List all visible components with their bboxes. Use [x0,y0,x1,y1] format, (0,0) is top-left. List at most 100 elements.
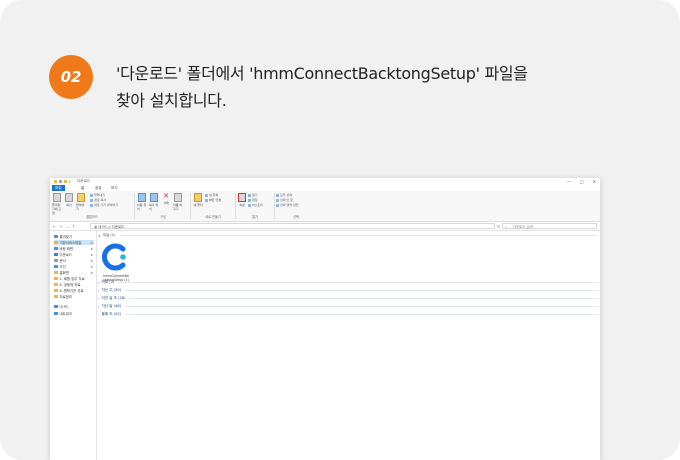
copy-label: 복사 [66,203,72,207]
chevron-down-icon: ∨ [98,233,101,238]
move-to-label: 이동 위치 [137,203,147,211]
refresh-icon[interactable]: ↻ [497,224,500,229]
new-item-icon [205,193,208,197]
rename-button[interactable]: 이름 바꾸기 [173,193,183,211]
up-arrow-icon[interactable]: ↑ [72,224,75,229]
move-to-button[interactable]: 이동 위치 [137,193,147,211]
select-all-button[interactable]: 모두 선택 [276,193,292,197]
edit-button[interactable]: 편집 [248,198,258,202]
history-label: 히스토리 [252,203,264,207]
select-none-label: 선택 안 함 [280,198,293,202]
select-group: 모두 선택 선택 안 함 선택 영역 반전 선택 [276,193,316,219]
nav-item-pictures[interactable]: 사진 ✱ [54,264,94,269]
paste-button[interactable]: 붙여넣기 [76,193,86,211]
desktop-icon [54,247,58,250]
group-header-earlier-month[interactable]: › 이전 달 초 (28) [98,296,598,301]
chevron-right-icon: › [98,296,100,301]
file-explorer-window: ▾ 다운로드 — □ ✕ 파일 홈 공유 보기 즐겨찾기에 고정 복사 붙여넣기… [50,178,600,460]
address-bar[interactable]: ▣ 내 PC > 다운로드 [90,223,495,229]
nav-item-service-files[interactable]: 기본서비스파일 ✱ [54,240,94,245]
group-label: 이전 달 초 (28) [101,296,126,300]
window-title: 다운로드 [77,179,91,183]
copy-to-icon [150,193,158,202]
recent-chevron-icon[interactable]: ⌄ [66,224,69,229]
history-button[interactable]: 히스토리 [248,203,263,207]
nav-label: 다운로드 [59,253,72,257]
paste-label: 붙여넣기 [76,203,85,211]
group-header-this-year[interactable]: › 올해 초 (42) [98,312,598,317]
file-hmm-connect-setup[interactable]: hmmConnectBa cktongSetup (1) [100,242,132,282]
folder-icon [54,289,58,292]
nav-item-archive[interactable]: 자료정리 [54,294,94,299]
invert-label: 선택 영역 반전 [280,203,299,207]
back-arrow-icon[interactable]: ← [53,224,56,229]
new-folder-button[interactable]: 새 폴더 [193,193,203,207]
nav-item-this-pc[interactable]: 내 PC [54,304,94,309]
delete-button[interactable]: ✕ 삭제 [161,193,171,206]
ribbon-divider [134,193,135,219]
group-header-today[interactable]: ∨ 오늘 (1) [98,233,598,238]
folder-icon [54,241,58,244]
search-input[interactable]: ⌕ 다운로드 검색 [502,223,597,229]
copy-button[interactable]: 복사 [64,193,74,207]
close-button[interactable]: ✕ [593,179,596,184]
properties-label: 속성 [239,203,245,207]
group-header-last-month[interactable]: › 지난 달 (46) [98,304,598,309]
invert-icon [276,203,279,207]
nav-item-quick-access[interactable]: 즐겨찾기 [54,234,94,239]
cut-button[interactable]: 잘라내기 [90,193,105,197]
nav-item-home[interactable]: 홈화면 ✱ [54,270,94,275]
paste-shortcut-button[interactable]: 바로 가기 붙여넣기 [90,203,118,207]
copy-to-button[interactable]: 복사 위치 [149,193,159,211]
group-header-yesterday[interactable]: › 어제 (2) [98,280,598,285]
group-label: 올해 초 (42) [101,312,122,316]
folder-icon [54,271,58,274]
folder-icon [54,295,58,298]
group-header-last-week[interactable]: › 지난 주 (30) [98,288,598,293]
history-icon [248,203,251,207]
forward-arrow-icon[interactable]: → [59,224,62,229]
file-list: ∨ 오늘 (1) hmmConnectBa cktongSetup (1) › 어제… [97,231,600,460]
edit-icon [248,198,251,202]
new-item-button[interactable]: 새 항목 [205,193,218,197]
properties-icon[interactable] [59,180,62,183]
download-icon [54,253,58,256]
nav-item-folder-4[interactable]: 4. 공동체 자료 [54,282,94,287]
copy-icon [65,193,73,202]
nav-label: 자료정리 [59,295,72,299]
group-divider [129,298,598,299]
nav-item-folder-6[interactable]: 6. 협력기관 자료 [54,288,94,293]
properties-button[interactable]: 속성 [237,193,247,207]
easy-access-icon [205,198,208,202]
title-bar: ▾ 다운로드 — □ ✕ [50,178,600,185]
nav-item-documents[interactable]: 문서 ✱ [54,258,94,263]
minimize-button[interactable]: — [567,179,571,184]
easy-access-button[interactable]: 빠른 연결 [205,198,221,202]
nav-item-folder-2[interactable]: 2. 회원 업무 자료 [54,276,94,281]
open-group: 속성 열기 편집 히스토리 열기 [237,193,273,219]
nav-label: 문서 [59,259,66,263]
pin-button[interactable]: 즐겨찾기에 고정 [52,193,62,215]
folder-icon [54,277,58,280]
new-group: 새 폴더 새 항목 빠른 연결 새로 만들기 [193,193,233,219]
address-path: 내 PC > 다운로드 [98,225,125,229]
maximize-button[interactable]: □ [580,179,584,184]
pin-icon: ✱ [90,252,93,257]
instruction-line-1: '다운로드' 폴더에서 'hmmConnectBacktongSetup' 파일… [116,64,528,83]
nav-item-downloads[interactable]: 다운로드 ✱ [54,252,94,257]
select-none-button[interactable]: 선택 안 함 [276,198,293,202]
pin-icon: ✱ [90,258,93,263]
nav-item-desktop[interactable]: 바탕 화면 ✱ [54,246,94,251]
chevron-down-icon[interactable]: ▾ [69,180,71,184]
scissors-icon [90,193,93,197]
nav-item-network[interactable]: 네트워크 [54,311,94,316]
new-folder-icon[interactable] [64,180,67,183]
document-icon [54,259,58,262]
copy-path-button[interactable]: 경로 복사 [90,198,106,202]
move-icon [138,193,146,202]
easy-access-label: 빠른 연결 [209,198,221,202]
navigation-pane: 즐겨찾기 기본서비스파일 ✱ 바탕 화면 ✱ 다운로드 ✱ 문서 ✱ 사진 ✱ 홈화면 ✱ … [50,231,97,460]
open-button[interactable]: 열기 [248,193,258,197]
invert-selection-button[interactable]: 선택 영역 반전 [276,203,298,207]
edit-label: 편집 [252,198,258,202]
